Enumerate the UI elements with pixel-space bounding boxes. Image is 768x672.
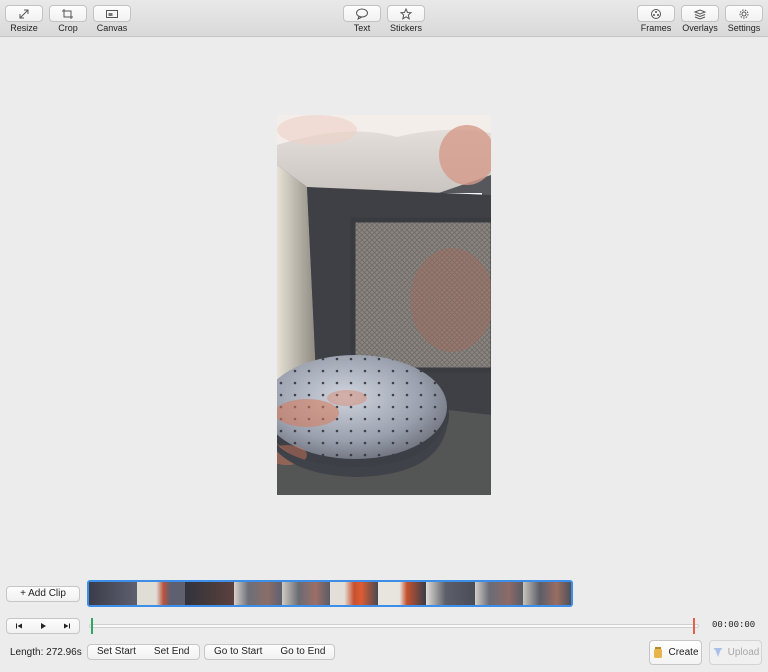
timeline-scrubber[interactable] [87, 618, 701, 634]
timecode-display: 00:00:00 [712, 620, 756, 630]
settings-label: Settings [727, 23, 761, 33]
filmstrip-frame [426, 582, 475, 605]
create-button[interactable]: Create [649, 640, 702, 665]
skip-back-icon[interactable] [14, 621, 24, 631]
upload-icon [713, 648, 722, 657]
film-reel-icon [651, 8, 661, 19]
canvas-label: Canvas [96, 23, 128, 33]
star-icon [399, 7, 413, 20]
layers-icon [693, 8, 707, 20]
crop-button[interactable] [49, 5, 87, 22]
add-clip-button[interactable]: + Add Clip [6, 586, 80, 602]
text-button[interactable] [343, 5, 381, 22]
video-preview [277, 115, 491, 495]
set-start-button[interactable]: Set Start [88, 645, 145, 659]
overlays-button[interactable] [681, 5, 719, 22]
upload-button[interactable]: Upload [709, 640, 762, 665]
filmstrip-frame [474, 582, 523, 605]
end-marker[interactable] [693, 618, 695, 634]
settings-button[interactable] [725, 5, 763, 22]
filmstrip-frame [378, 582, 427, 605]
go-to-start-button[interactable]: Go to Start [205, 645, 271, 659]
create-label: Create [668, 647, 699, 658]
upload-label: Upload [727, 647, 760, 658]
go-to-group: Go to Start Go to End [204, 644, 336, 660]
clip-filmstrip[interactable] [87, 580, 573, 607]
go-to-end-button[interactable]: Go to End [271, 645, 334, 659]
stickers-label: Stickers [389, 23, 422, 33]
toolbar: Resize Crop Canvas Text Stickers Frames [0, 0, 768, 37]
settings-tool[interactable]: Settings [724, 5, 764, 33]
stickers-tool[interactable]: Stickers [386, 5, 426, 33]
filmstrip-frame [137, 582, 186, 605]
filmstrip-frame [233, 582, 282, 605]
set-end-button[interactable]: Set End [145, 645, 199, 659]
filmstrip-frame [89, 582, 138, 605]
transport-controls [6, 618, 80, 634]
filmstrip-frame [281, 582, 331, 605]
gear-icon [739, 9, 749, 18]
speech-bubble-icon [356, 8, 368, 20]
canvas-button[interactable] [93, 5, 131, 22]
resize-icon [19, 9, 29, 18]
filmstrip-frame [522, 582, 571, 605]
clip-length: Length: 272.96s [10, 647, 82, 658]
crop-icon [62, 8, 73, 19]
canvas-icon [106, 9, 118, 18]
canvas-tool[interactable]: Canvas [92, 5, 132, 33]
stickers-button[interactable] [387, 5, 425, 22]
skip-forward-icon[interactable] [62, 621, 72, 631]
frames-button[interactable] [637, 5, 675, 22]
filmstrip-frame [330, 582, 379, 605]
timeline-track[interactable] [89, 624, 699, 628]
jar-icon [654, 647, 663, 658]
video-frame-image [277, 115, 491, 495]
resize-button[interactable] [5, 5, 43, 22]
start-marker[interactable] [91, 618, 93, 634]
play-icon[interactable] [38, 621, 48, 631]
set-trim-group: Set Start Set End [87, 644, 200, 660]
filmstrip-frame [185, 582, 234, 605]
